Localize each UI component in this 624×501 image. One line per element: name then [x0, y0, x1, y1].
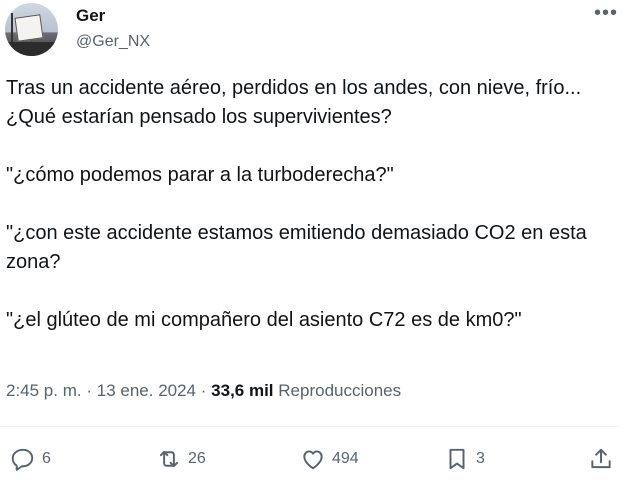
views-label: Reproducciones — [278, 381, 402, 400]
tweet-line-2: "¿cómo podemos parar a la turboderecha?" — [6, 164, 394, 186]
reply-button[interactable]: 6 — [10, 446, 51, 472]
reply-count: 6 — [42, 450, 51, 467]
tweet-meta: 2:45 p. m. · 13 ene. 2024 · 33,6 mil Rep… — [6, 381, 401, 401]
more-options-icon[interactable]: ••• — [594, 2, 618, 25]
repost-count: 26 — [188, 450, 206, 467]
reply-icon — [11, 448, 34, 471]
like-button[interactable]: 494 — [300, 446, 359, 472]
heart-icon — [303, 450, 323, 470]
repost-button[interactable]: 26 — [156, 446, 206, 472]
repost-icon — [159, 450, 179, 468]
avatar-ground — [5, 42, 58, 56]
author-avatar[interactable] — [5, 3, 58, 56]
like-count: 494 — [332, 450, 359, 467]
views-count: 33,6 mil — [211, 381, 274, 400]
meta-separator: · — [86, 381, 93, 400]
bookmark-button[interactable]: 3 — [444, 446, 485, 472]
tweet-line-1: Tras un accidente aéreo, perdidos en los… — [6, 77, 582, 128]
share-button[interactable] — [588, 446, 614, 472]
tweet-header: Ger @Ger_NX ••• — [0, 0, 624, 60]
author-handle[interactable]: @Ger_NX — [76, 33, 150, 51]
action-bar: 6 26 494 3 — [0, 442, 624, 478]
bookmark-count: 3 — [476, 450, 485, 467]
tweet-time[interactable]: 2:45 p. m. — [6, 381, 82, 400]
tweet-line-3: "¿con este accidente estamos emitiendo d… — [6, 222, 587, 273]
tweet-date[interactable]: 13 ene. 2024 — [97, 381, 196, 400]
bookmark-icon — [449, 448, 465, 470]
avatar-sign — [14, 14, 44, 42]
tweet-line-4: "¿el glúteo de mi compañero del asiento … — [6, 309, 522, 331]
tweet-text: Tras un accidente aéreo, perdidos en los… — [6, 74, 618, 335]
meta-separator-2: · — [200, 381, 207, 400]
share-icon — [591, 448, 611, 469]
divider — [0, 426, 620, 427]
author-display-name[interactable]: Ger — [76, 6, 105, 26]
